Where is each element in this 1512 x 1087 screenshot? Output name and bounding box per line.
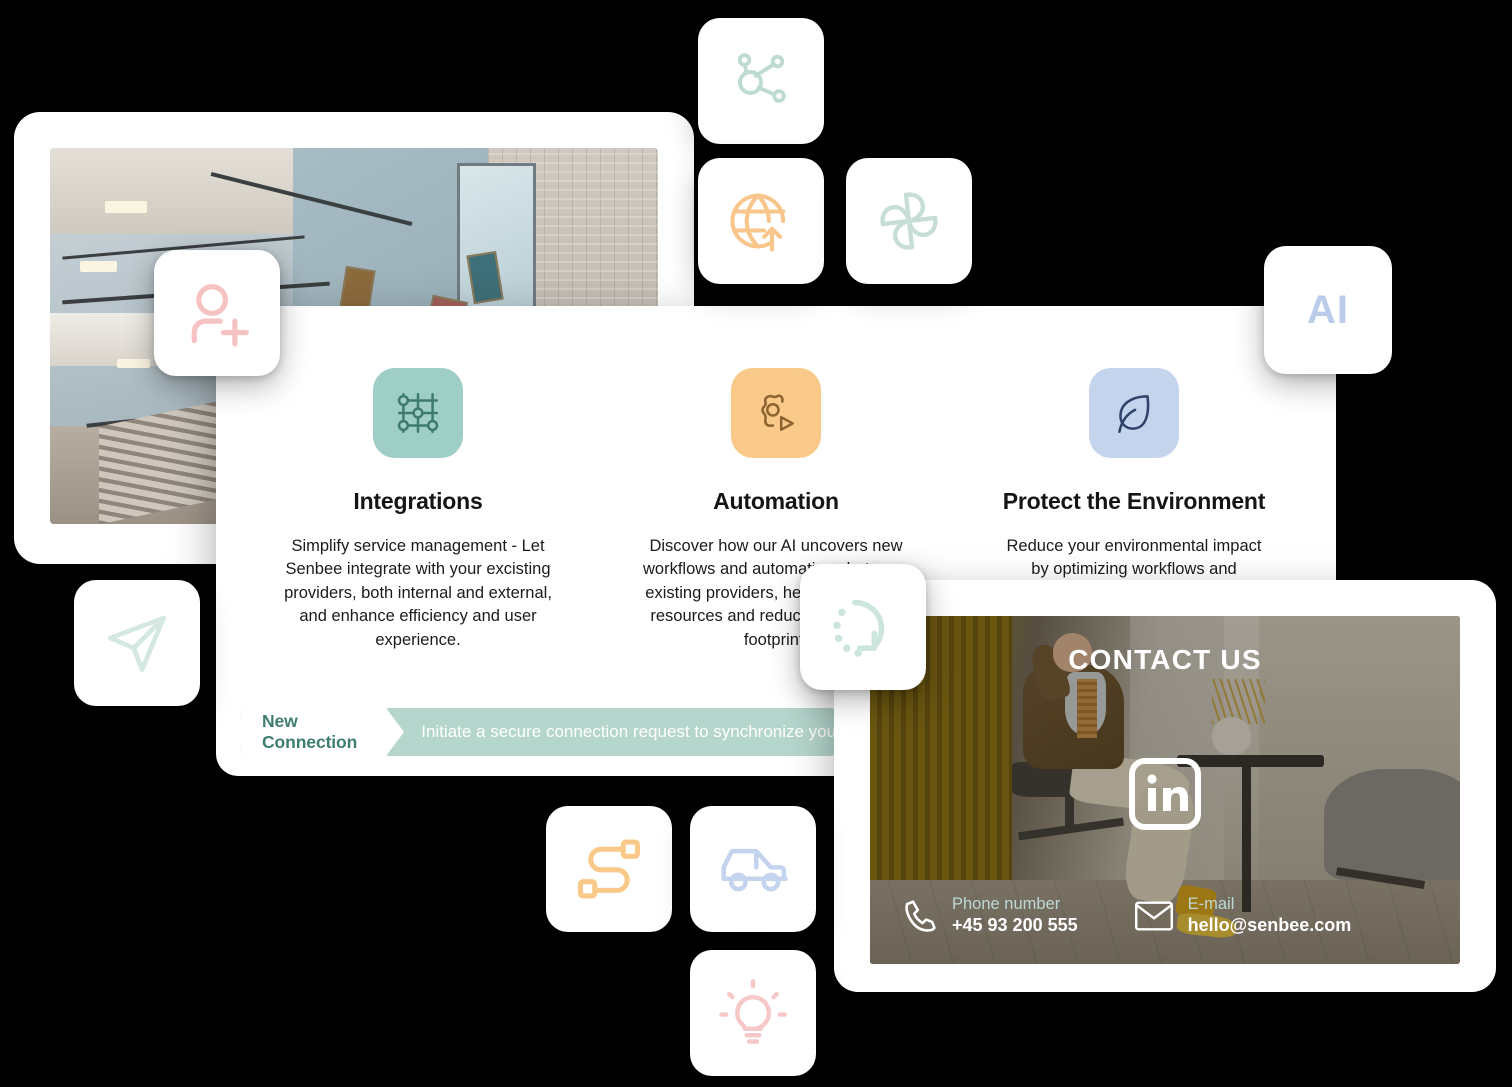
automation-gear-play-icon [731,368,821,458]
phone-label: Phone number [952,895,1061,914]
ai-label-icon: AI [1307,287,1349,332]
tile-refresh[interactable] [800,564,926,690]
lightbulb-icon [719,979,787,1044]
new-connection-bar[interactable]: New Connection Initiate a secure connect… [240,708,840,756]
tile-pinwheel[interactable] [846,158,972,284]
share-network-icon [737,53,786,103]
page-root: Integrations Simplify service management… [0,0,1512,1087]
phone-icon [905,900,936,932]
tile-share-network[interactable] [698,18,824,144]
feature-description: Simplify service management - Let Senbee… [284,537,552,649]
leaf-icon [1089,368,1179,458]
contact-card: CONTACT US Phone number +45 93 200 555 E… [834,580,1496,992]
globe-upload-icon [730,193,786,252]
phone-value: +45 93 200 555 [952,914,1078,935]
contact-title: CONTACT US [1068,644,1262,675]
new-connection-badge[interactable]: New Connection [240,708,405,756]
contact-phone[interactable]: Phone number +45 93 200 555 [900,895,1078,936]
envelope-icon [1134,901,1173,931]
route-path-icon [577,839,641,899]
tile-ai[interactable]: AI [1264,246,1392,374]
contact-photo: CONTACT US Phone number +45 93 200 555 E… [870,616,1460,964]
email-value: hello@senbee.com [1187,914,1352,935]
tile-route-path[interactable] [546,806,672,932]
tile-user-plus[interactable] [154,250,280,376]
pinwheel-icon [880,192,938,250]
paper-plane-icon [108,615,167,672]
email-label: E-mail [1187,895,1235,914]
tile-paper-plane[interactable] [74,580,200,706]
contact-details: Phone number +45 93 200 555 E-mail hello… [900,895,1438,936]
new-connection-message: Initiate a secure connection request to … [421,722,840,741]
refresh-dotted-icon [833,599,885,657]
car-icon [721,848,788,892]
user-plus-icon [191,284,249,347]
feature-title: Integrations [353,488,483,514]
feature-title: Automation [713,488,839,514]
tile-lightbulb[interactable] [690,950,816,1076]
integration-grid-icon [373,368,463,458]
tile-globe-upload[interactable] [698,158,824,284]
feature-integrations: Integrations Simplify service management… [244,368,592,652]
linkedin-icon[interactable] [1129,758,1201,830]
feature-title: Protect the Environment [1002,488,1266,514]
tile-car[interactable] [690,806,816,932]
contact-email[interactable]: E-mail hello@senbee.com [1134,895,1352,936]
